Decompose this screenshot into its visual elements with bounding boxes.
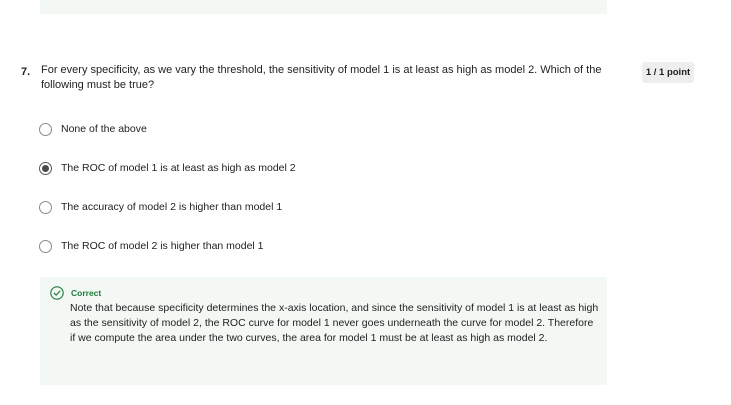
feedback-panel: Correct Note that because specificity de… xyxy=(40,277,607,385)
radio-button[interactable] xyxy=(39,239,52,253)
option-label: The ROC of model 2 is higher than model … xyxy=(61,240,264,252)
radio-button[interactable] xyxy=(39,200,52,214)
feedback-text: Note that because specificity determines… xyxy=(70,302,599,344)
option-label: The ROC of model 1 is at least as high a… xyxy=(61,162,296,174)
check-circle-icon xyxy=(50,286,64,300)
option-roc-model2-higher[interactable]: The ROC of model 2 is higher than model … xyxy=(39,238,264,254)
option-label: None of the above xyxy=(61,123,147,135)
question-number: 7. xyxy=(21,66,31,78)
quiz-page: 7. For every specificity, as we vary the… xyxy=(0,0,731,405)
radio-button[interactable] xyxy=(39,122,52,136)
points-badge: 1 / 1 point xyxy=(642,62,694,83)
previous-feedback-panel xyxy=(40,0,607,14)
option-none-of-the-above[interactable]: None of the above xyxy=(39,121,147,137)
question-text: For every specificity, as we vary the th… xyxy=(41,64,602,91)
option-roc-model1-higher[interactable]: The ROC of model 1 is at least as high a… xyxy=(39,160,296,176)
feedback-status: Correct xyxy=(71,288,102,298)
option-label: The accuracy of model 2 is higher than m… xyxy=(61,201,283,213)
option-accuracy-model2-higher[interactable]: The accuracy of model 2 is higher than m… xyxy=(39,199,282,215)
radio-button-selected[interactable] xyxy=(39,161,52,175)
